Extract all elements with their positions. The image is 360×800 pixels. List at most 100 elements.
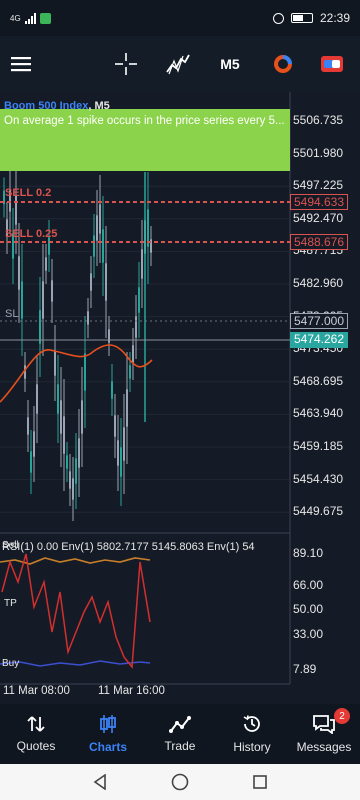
candle-body (60, 400, 62, 434)
hamburger-icon (11, 57, 31, 72)
spike-info-banner[interactable]: On average 1 spike occurs in the price s… (0, 109, 290, 171)
current-price-tag: 5474.262 (290, 332, 348, 348)
candle-body (18, 256, 20, 290)
time-label-1: 11 Mar 08:00 (3, 685, 70, 697)
candle-body (120, 447, 122, 477)
nav-quotes[interactable]: Quotes (0, 704, 72, 764)
indicator-scale-label: 50.00 (293, 602, 324, 616)
sell-sub-label: Sell (2, 540, 19, 551)
candle-body (42, 281, 44, 319)
candle-body (21, 281, 23, 319)
indicator-scale-label: 7.89 (293, 662, 317, 676)
candle-body (135, 316, 137, 338)
candle-body (69, 471, 71, 489)
nav-history-label: History (233, 740, 271, 754)
indicator-scale-label: 66.00 (293, 578, 324, 592)
symbol-timeframe: M5 (94, 100, 110, 112)
nav-trade-label: Trade (164, 739, 196, 753)
messages-badge: 2 (334, 708, 350, 724)
price-scale-label: 5492.470 (293, 210, 344, 225)
candle-body (78, 438, 80, 468)
candle-body (96, 215, 98, 241)
objects-icon (274, 55, 292, 73)
menu-button[interactable] (0, 36, 42, 92)
nav-charts[interactable]: Charts (72, 704, 144, 764)
symbol-label: Boom 500 Index, M5 (4, 100, 110, 112)
candle-body (132, 345, 134, 363)
candle-body (57, 384, 59, 414)
battery-icon (290, 13, 313, 23)
candle-body (102, 229, 104, 263)
buy-sub-label: Buy (2, 658, 20, 669)
price-scale-label: 5449.675 (293, 504, 344, 519)
history-icon (243, 715, 260, 732)
candle-body (63, 416, 65, 454)
price-scale-label: 5468.695 (293, 373, 344, 388)
price-scale-label: 5459.185 (293, 439, 344, 453)
bottom-navigation: Quotes Charts Trade History Messages 2 (0, 704, 360, 764)
crosshair-button[interactable] (108, 36, 144, 92)
candle-body (114, 415, 116, 437)
candle-body (51, 280, 53, 302)
candle-body (108, 329, 110, 343)
system-nav-bar (0, 764, 360, 800)
indicator-scale-label: 33.00 (293, 627, 324, 641)
back-icon[interactable] (92, 774, 108, 790)
price-scale-label: 5482.960 (293, 276, 344, 290)
candle-body (99, 204, 101, 234)
sell-zone-line (0, 557, 151, 565)
candle-body (90, 273, 92, 291)
price-scale-label: 5501.980 (293, 145, 344, 160)
candle-body (54, 350, 56, 376)
nav-messages-label: Messages (296, 740, 352, 754)
symbol-name: Boom 500 Index (4, 100, 89, 112)
sl-price-tag: 5477.000 (290, 313, 348, 329)
nav-quotes-label: Quotes (16, 739, 56, 753)
candle-body (45, 257, 47, 271)
objects-button[interactable] (266, 36, 300, 92)
candle-body (36, 384, 38, 414)
nav-trade[interactable]: Trade (144, 704, 216, 764)
network-type: 4G (10, 13, 21, 23)
candle-body (117, 440, 119, 466)
sell-order-label-1[interactable]: SELL 0.2 (5, 187, 51, 199)
candle-body (87, 311, 89, 325)
candle-body (126, 389, 128, 427)
home-icon[interactable] (171, 773, 189, 791)
sell-price-tag-2: 5488.676 (290, 234, 348, 250)
candle-body (33, 431, 35, 457)
switch-icon (321, 56, 343, 72)
signal-icon (24, 12, 36, 24)
candle-body (66, 455, 68, 469)
time-label-2: 11 Mar 16:00 (98, 685, 165, 697)
candle-body (141, 249, 143, 279)
charts-icon (100, 715, 116, 733)
nav-messages[interactable]: Messages 2 (288, 704, 360, 764)
indicator-label: RSI(1) 0.00 Env(1) 5802.7177 5145.8063 E… (2, 541, 255, 553)
chart-toolbar: M5 (0, 36, 360, 92)
candle-body (75, 458, 77, 484)
stop-loss-label[interactable]: SL (5, 308, 18, 320)
candle-body (123, 427, 125, 461)
price-scale-label: 5497.225 (293, 178, 344, 193)
timeframe-button[interactable]: M5 (210, 36, 250, 92)
chart-area[interactable]: On average 1 spike occurs in the price s… (0, 92, 360, 704)
app-notification-icon (39, 12, 51, 24)
tp-sub-label: TP (4, 598, 17, 609)
price-scale-label: 5454.430 (293, 471, 344, 486)
quotes-icon (27, 716, 45, 732)
candle-body (27, 417, 29, 435)
rsi-line (1, 553, 151, 669)
nav-history[interactable]: History (216, 704, 288, 764)
candle-body (72, 478, 74, 500)
trade-toggle-button[interactable] (314, 36, 350, 92)
clock: 22:39 (319, 11, 350, 25)
indicators-button[interactable] (160, 36, 196, 92)
messages-icon (313, 715, 335, 734)
indicator-icon (166, 54, 190, 75)
candle-body (81, 400, 83, 434)
candle-body (93, 235, 95, 257)
indicator-scale-label: 89.10 (293, 546, 324, 560)
recents-icon[interactable] (252, 774, 268, 790)
sell-order-label-2[interactable]: SELL 0.25 (5, 228, 57, 240)
